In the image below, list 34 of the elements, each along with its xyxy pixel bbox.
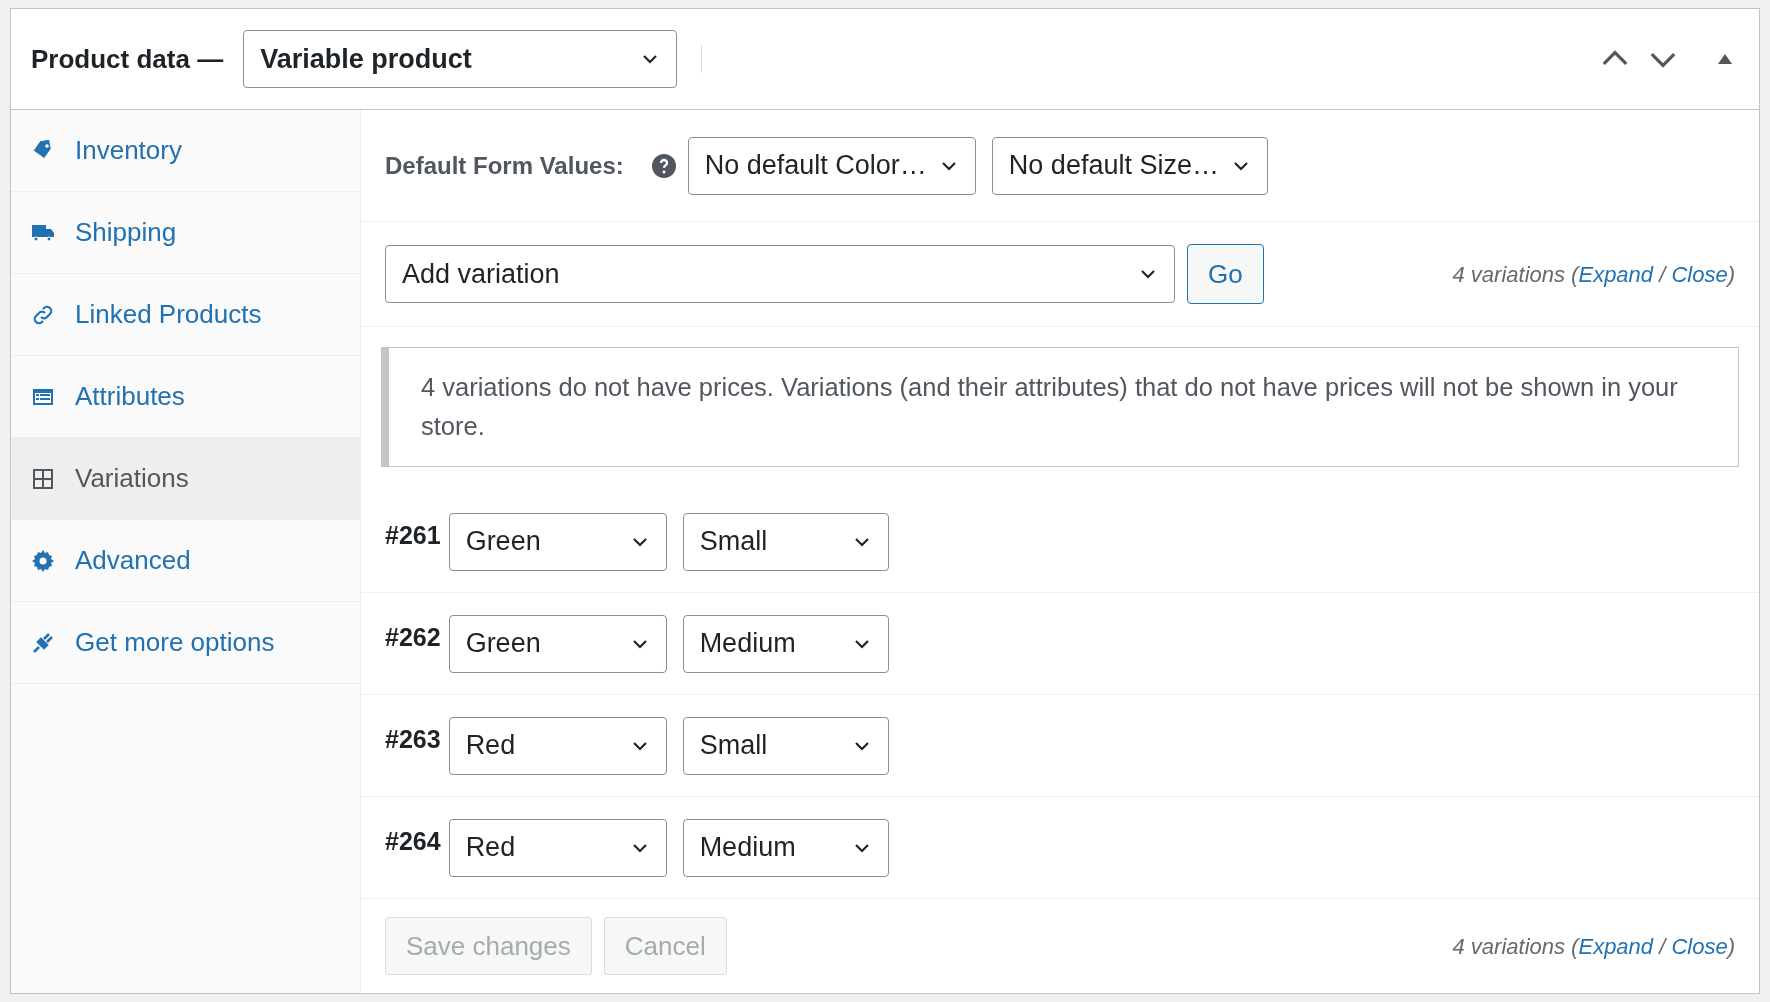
- sidebar-tab[interactable]: Linked Products: [11, 274, 360, 356]
- add-variation-select[interactable]: Add variation: [385, 245, 1175, 303]
- sidebar-tab[interactable]: Get more options: [11, 602, 360, 684]
- sidebar-tab[interactable]: Shipping: [11, 192, 360, 274]
- panel-title: Product data —: [31, 42, 224, 76]
- summary-link[interactable]: Expand: [1578, 933, 1654, 959]
- help-icon[interactable]: [651, 153, 676, 178]
- sidebar-tab[interactable]: Variations: [11, 438, 360, 520]
- default-form-label: Default Form Values:: [385, 150, 624, 181]
- variations-summary: 4 variations (Expand / Close): [1452, 260, 1735, 289]
- variation-attribute-select[interactable]: Green: [448, 512, 667, 571]
- plug-icon: [31, 630, 55, 655]
- variation-attribute-select[interactable]: Small: [682, 716, 889, 775]
- variations-summary: 4 variations (Expand / Close): [1452, 932, 1735, 961]
- sidebar-tab[interactable]: Inventory: [11, 110, 360, 192]
- product-type-select[interactable]: Variable product: [243, 30, 678, 88]
- variation-id: #261: [385, 519, 441, 551]
- variation-id: #263: [385, 723, 441, 755]
- default-value-select[interactable]: No default Size…: [991, 136, 1268, 195]
- variation-attribute-select[interactable]: Small: [682, 512, 889, 571]
- variation-attribute-select[interactable]: Red: [448, 818, 667, 877]
- variation-attribute-select[interactable]: Medium: [682, 614, 889, 673]
- go-button[interactable]: Go: [1187, 244, 1264, 304]
- variation-attribute-select[interactable]: Medium: [682, 818, 889, 877]
- grid-icon: [31, 466, 55, 491]
- summary-link[interactable]: Expand: [1578, 261, 1654, 287]
- variation-id: #264: [385, 825, 441, 857]
- variation-id: #262: [385, 621, 441, 653]
- gear-icon: [31, 548, 55, 573]
- default-value-select[interactable]: No default Color…: [687, 136, 976, 195]
- variation-attribute-select[interactable]: Green: [448, 614, 667, 673]
- notice-message: 4 variations do not have prices. Variations (and their attributes) that do not have prices will not be shown in your store.: [381, 347, 1739, 467]
- sidebar-tab[interactable]: Advanced: [11, 520, 360, 602]
- variation-attribute-select[interactable]: Red: [448, 716, 667, 775]
